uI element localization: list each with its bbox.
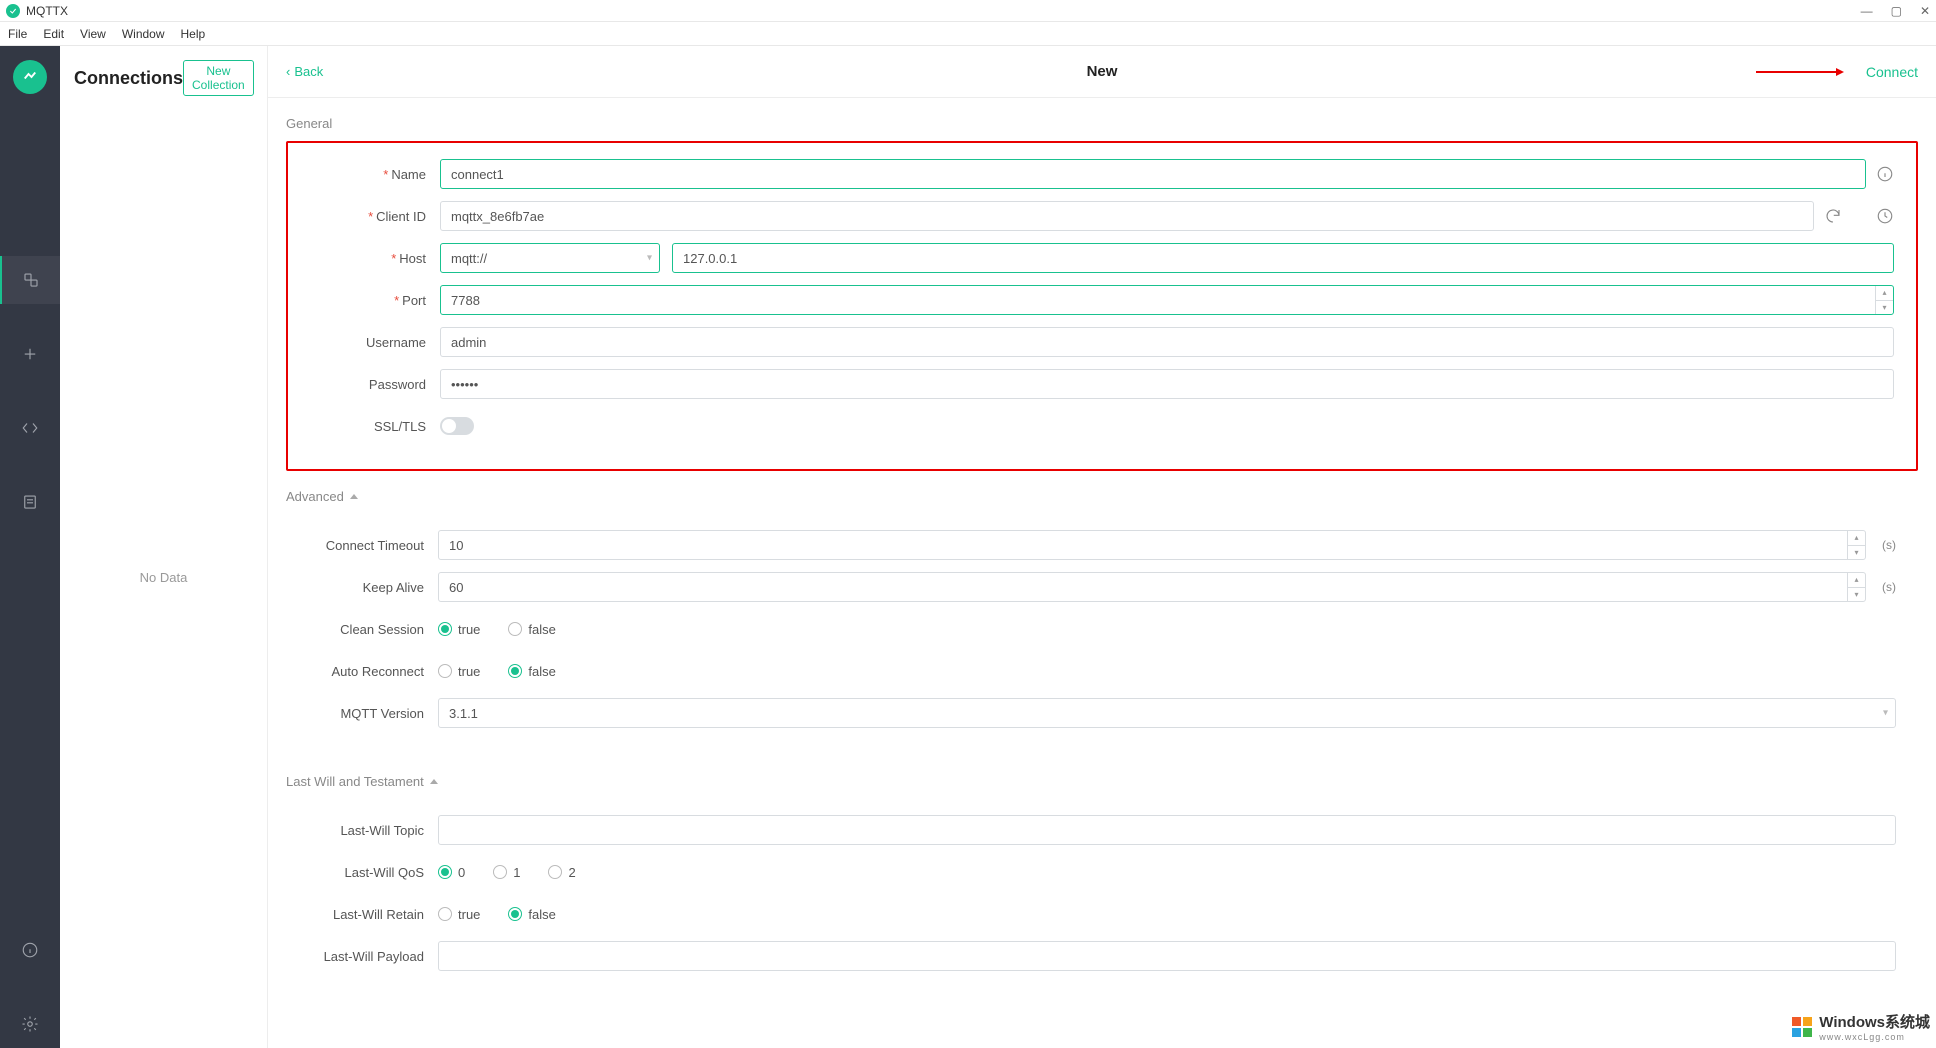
- ssltls-toggle[interactable]: [440, 417, 474, 435]
- back-button[interactable]: ‹ Back: [286, 64, 323, 79]
- lastwill-section-header[interactable]: Last Will and Testament: [286, 774, 1918, 789]
- port-label: *Port: [310, 293, 440, 308]
- name-input[interactable]: [440, 159, 1866, 189]
- lastwill-qos-1[interactable]: 1: [493, 865, 520, 880]
- timeout-label: Connect Timeout: [308, 538, 438, 553]
- timeout-input[interactable]: [438, 530, 1866, 560]
- content-area: ‹ Back New Connect General *Name *Client…: [268, 46, 1936, 1048]
- advanced-section: Connect Timeout ▴▾ (s) Keep Alive: [286, 514, 1918, 756]
- top-bar: ‹ Back New Connect: [268, 46, 1936, 98]
- watermark-sub: www.wxcLgg.com: [1819, 1032, 1930, 1042]
- form-area: General *Name *Client ID: [268, 98, 1936, 1029]
- clean-session-label: Clean Session: [308, 622, 438, 637]
- port-stepper[interactable]: ▴▾: [1875, 286, 1893, 314]
- menu-view[interactable]: View: [80, 27, 106, 41]
- refresh-icon[interactable]: [1824, 207, 1842, 225]
- menu-window[interactable]: Window: [122, 27, 165, 41]
- username-label: Username: [310, 335, 440, 350]
- maximize-icon[interactable]: ▢: [1891, 4, 1902, 18]
- lastwill-qos-label: Last-Will QoS: [308, 865, 438, 880]
- host-input[interactable]: [672, 243, 1894, 273]
- clock-icon[interactable]: [1876, 207, 1894, 225]
- rail-settings-icon[interactable]: [0, 1000, 60, 1048]
- rail-info-icon[interactable]: [0, 926, 60, 974]
- window-controls: — ▢ ✕: [1861, 4, 1930, 18]
- rail-log-icon[interactable]: [0, 478, 60, 526]
- menu-bar: File Edit View Window Help: [0, 22, 1936, 46]
- side-panel: Connections New Collection No Data: [60, 46, 268, 1048]
- new-collection-button[interactable]: New Collection: [183, 60, 254, 96]
- watermark: Windows系统城 www.wxcLgg.com: [1791, 1011, 1930, 1042]
- rail-connections-icon[interactable]: [0, 256, 60, 304]
- side-panel-empty: No Data: [60, 106, 267, 1048]
- port-input[interactable]: [440, 285, 1894, 315]
- timeout-unit: (s): [1882, 538, 1896, 552]
- lastwill-topic-label: Last-Will Topic: [308, 823, 438, 838]
- window-title: MQTTX: [26, 4, 68, 18]
- lastwill-payload-input[interactable]: [438, 941, 1896, 971]
- lastwill-topic-input[interactable]: [438, 815, 1896, 845]
- watermark-logo-icon: [1791, 1016, 1813, 1038]
- timeout-stepper[interactable]: ▴▾: [1847, 531, 1865, 559]
- lastwill-qos-0[interactable]: 0: [438, 865, 465, 880]
- auto-reconnect-false[interactable]: false: [508, 664, 555, 679]
- close-icon[interactable]: ✕: [1920, 4, 1930, 18]
- keepalive-label: Keep Alive: [308, 580, 438, 595]
- mqtt-version-label: MQTT Version: [308, 706, 438, 721]
- host-scheme-select[interactable]: [440, 243, 660, 273]
- page-title: New: [1087, 63, 1118, 80]
- app-logo-icon: [6, 4, 20, 18]
- info-icon[interactable]: [1876, 165, 1894, 183]
- back-label: Back: [294, 64, 323, 79]
- caret-up-icon: [430, 779, 438, 784]
- name-label: *Name: [310, 167, 440, 182]
- keepalive-stepper[interactable]: ▴▾: [1847, 573, 1865, 601]
- window-title-bar: MQTTX — ▢ ✕: [0, 0, 1936, 22]
- connections-title: Connections: [74, 68, 183, 89]
- lastwill-qos-2[interactable]: 2: [548, 865, 575, 880]
- main-area: Connections New Collection No Data ‹ Bac…: [0, 46, 1936, 1048]
- password-input[interactable]: [440, 369, 1894, 399]
- clientid-input[interactable]: [440, 201, 1814, 231]
- minimize-icon[interactable]: —: [1861, 4, 1873, 18]
- advanced-section-header[interactable]: Advanced: [286, 489, 1918, 504]
- rail-app-logo[interactable]: [13, 60, 47, 94]
- username-input[interactable]: [440, 327, 1894, 357]
- ssltls-label: SSL/TLS: [310, 419, 440, 434]
- lastwill-retain-false[interactable]: false: [508, 907, 555, 922]
- menu-edit[interactable]: Edit: [43, 27, 64, 41]
- watermark-text: Windows系统城: [1819, 1011, 1930, 1032]
- menu-help[interactable]: Help: [181, 27, 206, 41]
- left-rail: [0, 46, 60, 1048]
- rail-scripts-icon[interactable]: [0, 404, 60, 452]
- connect-button[interactable]: Connect: [1866, 64, 1918, 80]
- auto-reconnect-true[interactable]: true: [438, 664, 480, 679]
- lastwill-retain-label: Last-Will Retain: [308, 907, 438, 922]
- clean-session-false[interactable]: false: [508, 622, 555, 637]
- general-section-highlight-box: *Name *Client ID *Host: [286, 141, 1918, 471]
- clientid-label: *Client ID: [310, 209, 440, 224]
- password-label: Password: [310, 377, 440, 392]
- host-label: *Host: [310, 251, 440, 266]
- general-section-header: General: [286, 116, 1918, 131]
- lastwill-payload-label: Last-Will Payload: [308, 949, 438, 964]
- lastwill-section: Last-Will Topic Last-Will QoS 0 1 2 Last…: [286, 799, 1918, 999]
- keepalive-unit: (s): [1882, 580, 1896, 594]
- side-panel-header: Connections New Collection: [60, 46, 267, 106]
- lastwill-retain-true[interactable]: true: [438, 907, 480, 922]
- annotation-arrow: [1756, 71, 1836, 73]
- caret-up-icon: [350, 494, 358, 499]
- chevron-left-icon: ‹: [286, 64, 290, 79]
- mqtt-version-select[interactable]: [438, 698, 1896, 728]
- rail-plus-icon[interactable]: [0, 330, 60, 378]
- menu-file[interactable]: File: [8, 27, 27, 41]
- auto-reconnect-label: Auto Reconnect: [308, 664, 438, 679]
- clean-session-true[interactable]: true: [438, 622, 480, 637]
- keepalive-input[interactable]: [438, 572, 1866, 602]
